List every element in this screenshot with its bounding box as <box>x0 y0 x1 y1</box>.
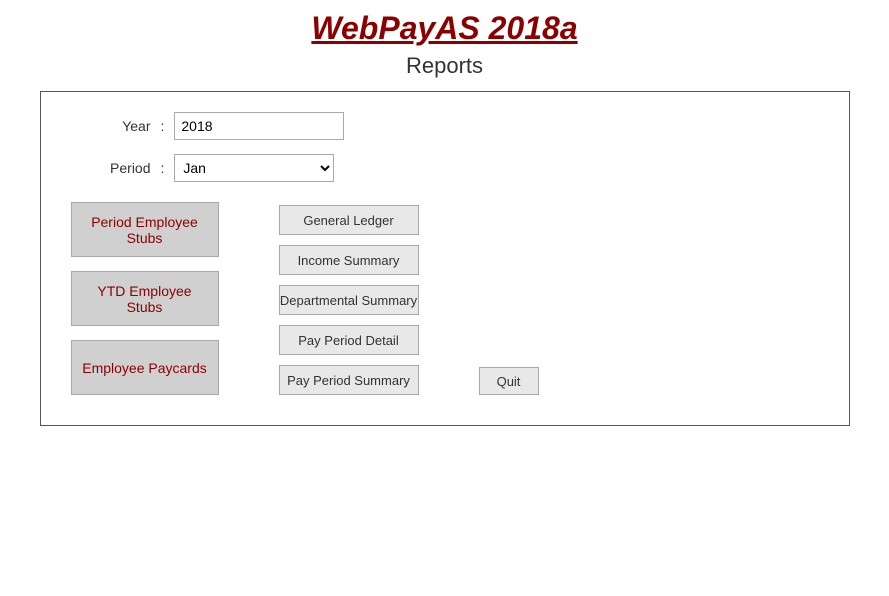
year-row: Year : <box>71 112 819 140</box>
period-colon: : <box>161 160 165 176</box>
pay-period-detail-button[interactable]: Pay Period Detail <box>279 325 419 355</box>
general-ledger-button[interactable]: General Ledger <box>279 205 419 235</box>
app-title: WebPayAS 2018a <box>311 10 577 47</box>
buttons-section: Period Employee Stubs YTD Employee Stubs… <box>71 202 819 395</box>
period-select[interactable]: Jan Feb Mar Apr May Jun Jul Aug Sep Oct … <box>174 154 334 182</box>
quit-area: Quit <box>479 367 539 395</box>
period-label: Period <box>71 160 151 176</box>
period-employee-stubs-button[interactable]: Period Employee Stubs <box>71 202 219 257</box>
income-summary-button[interactable]: Income Summary <box>279 245 419 275</box>
employee-paycards-button[interactable]: Employee Paycards <box>71 340 219 395</box>
page-title: Reports <box>406 53 483 79</box>
ytd-employee-stubs-button[interactable]: YTD Employee Stubs <box>71 271 219 326</box>
right-buttons-group: General Ledger Income Summary Department… <box>279 205 419 395</box>
pay-period-summary-button[interactable]: Pay Period Summary <box>279 365 419 395</box>
main-panel: Year : Period : Jan Feb Mar Apr May Jun … <box>40 91 850 426</box>
period-row: Period : Jan Feb Mar Apr May Jun Jul Aug… <box>71 154 819 182</box>
year-colon: : <box>161 118 165 134</box>
year-label: Year <box>71 118 151 134</box>
quit-button[interactable]: Quit <box>479 367 539 395</box>
year-input[interactable] <box>174 112 344 140</box>
departmental-summary-button[interactable]: Departmental Summary <box>279 285 419 315</box>
right-section: General Ledger Income Summary Department… <box>279 202 539 395</box>
left-buttons-group: Period Employee Stubs YTD Employee Stubs… <box>71 202 219 395</box>
